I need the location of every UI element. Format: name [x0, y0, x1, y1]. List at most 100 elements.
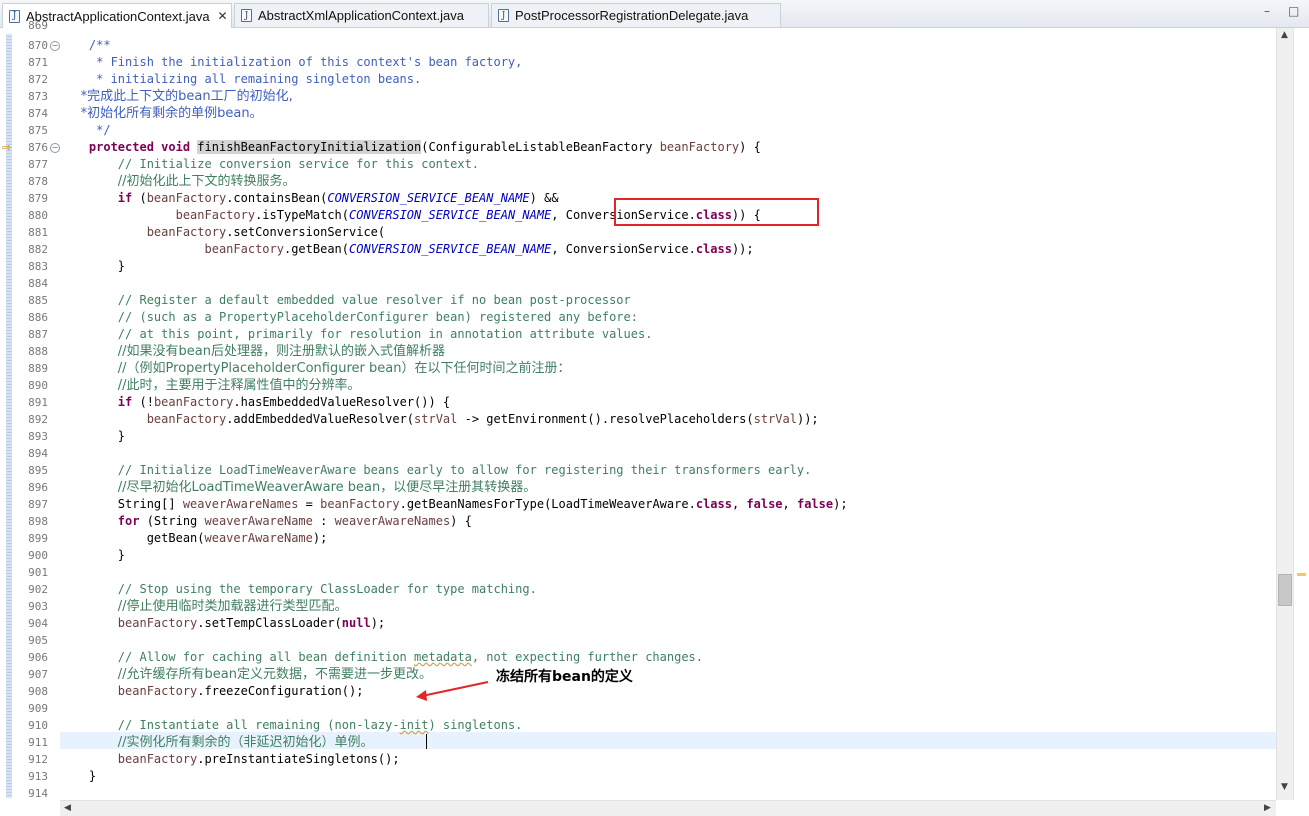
- annotation-arrow-icon: [416, 681, 489, 701]
- fold-toggle-icon[interactable]: −: [50, 143, 60, 153]
- code-line-912: beanFactory.preInstantiateSingletons();: [117, 752, 400, 766]
- text-cursor: [426, 734, 427, 749]
- code-line-911: //实例化所有剩余的（非延迟初始化）单例。: [117, 735, 374, 750]
- line-number: 910: [28, 719, 48, 732]
- line-number: 898: [28, 515, 48, 528]
- warning-marker[interactable]: [1297, 573, 1306, 576]
- maximize-view-button[interactable]: □: [1288, 4, 1299, 18]
- fold-toggle-icon[interactable]: −: [50, 41, 60, 51]
- scroll-right-arrow-icon[interactable]: ▶: [1260, 801, 1275, 816]
- line-number: 894: [28, 447, 48, 460]
- code-line-893: }: [117, 429, 126, 443]
- line-number: 899: [28, 532, 48, 545]
- code-line-913: }: [88, 769, 97, 783]
- scroll-down-arrow-icon[interactable]: ▼: [1277, 780, 1292, 795]
- vertical-scrollbar[interactable]: ▲ ▼: [1276, 28, 1293, 800]
- line-number: 900: [28, 549, 48, 562]
- line-number: 877: [28, 158, 48, 171]
- line-number: 912: [28, 753, 48, 766]
- minimize-view-button[interactable]: –: [1264, 4, 1270, 18]
- line-number: 879: [28, 192, 48, 205]
- line-number: 875: [28, 124, 48, 137]
- code-line-897: String[] weaverAwareNames = beanFactory.…: [117, 497, 848, 511]
- code-line-902: // Stop using the temporary ClassLoader …: [117, 582, 537, 596]
- line-number: 882: [28, 243, 48, 256]
- line-number-row: 883: [0, 258, 1276, 275]
- line-number-row: 875: [0, 122, 1276, 139]
- line-number: 892: [28, 413, 48, 426]
- code-line-890: //此时，主要用于注释属性值中的分辨率。: [117, 378, 361, 393]
- line-number: 889: [28, 362, 48, 375]
- line-number: 886: [28, 311, 48, 324]
- line-number: 895: [28, 464, 48, 477]
- line-number: 869: [28, 19, 48, 32]
- code-line-876: protected void finishBeanFactoryInitiali…: [88, 140, 761, 154]
- highlight-box: [614, 198, 819, 226]
- line-number: 891: [28, 396, 48, 409]
- line-number: 890: [28, 379, 48, 392]
- line-number: 903: [28, 600, 48, 613]
- line-number-row: 905: [0, 632, 1276, 649]
- code-line-871: * Finish the initialization of this cont…: [60, 55, 523, 69]
- overview-ruler: [1293, 28, 1309, 800]
- code-line-874: *初始化所有剩余的单例bean。: [60, 106, 263, 121]
- code-line-878: //初始化此上下文的转换服务。: [117, 174, 296, 189]
- code-line-881: beanFactory.setConversionService(: [146, 225, 386, 239]
- code-line-885: // Register a default embedded value res…: [117, 293, 631, 307]
- line-number-row: 884: [0, 275, 1276, 292]
- code-line-907: //允许缓存所有bean定义元数据，不需要进一步更改。: [117, 667, 433, 682]
- line-number: 911: [28, 736, 48, 749]
- code-line-879: if (beanFactory.containsBean(CONVERSION_…: [117, 191, 559, 205]
- line-number: 902: [28, 583, 48, 596]
- java-code-editor[interactable]: 869 870−871 872 873 874 875 876− ⇨ 877 878 879 880…: [0, 19, 1309, 816]
- scroll-up-arrow-icon[interactable]: ▲: [1277, 28, 1292, 43]
- code-line-888: //如果没有bean后处理器，则注册默认的嵌入式值解析器: [117, 344, 446, 359]
- line-number: 914: [28, 787, 48, 800]
- line-number: 893: [28, 430, 48, 443]
- code-line-906: // Allow for caching all bean definition…: [117, 650, 703, 664]
- line-number: 896: [28, 481, 48, 494]
- code-line-903: //停止使用临时类加载器进行类型匹配。: [117, 599, 348, 614]
- code-line-873: *完成此上下文的bean工厂的初始化,: [60, 89, 293, 104]
- highlighted-method-name: finishBeanFactoryInitialization: [197, 140, 422, 154]
- code-line-898: for (String weaverAwareName : weaverAwar…: [117, 514, 472, 528]
- line-number: 876: [28, 141, 48, 154]
- line-number: 909: [28, 702, 48, 715]
- code-line-908: beanFactory.freezeConfiguration();: [117, 684, 364, 698]
- line-number: 885: [28, 294, 48, 307]
- line-number: 883: [28, 260, 48, 273]
- line-number-row: 893: [0, 428, 1276, 445]
- line-number: 908: [28, 685, 48, 698]
- override-marker-icon: ⇨: [2, 141, 12, 154]
- scroll-left-arrow-icon[interactable]: ◀: [60, 801, 75, 816]
- line-number-row: 901: [0, 564, 1276, 581]
- code-line-899: getBean(weaverAwareName);: [146, 531, 328, 545]
- line-number: 907: [28, 668, 48, 681]
- horizontal-scrollbar[interactable]: ◀ ▶: [60, 800, 1276, 816]
- line-number: 913: [28, 770, 48, 783]
- code-line-883: }: [117, 259, 126, 273]
- code-line-900: }: [117, 548, 126, 562]
- line-number-row: 913: [0, 768, 1276, 785]
- code-line-872: * initializing all remaining singleton b…: [60, 72, 422, 86]
- line-number: 897: [28, 498, 48, 511]
- line-number-row: 900: [0, 547, 1276, 564]
- line-number: 880: [28, 209, 48, 222]
- code-line-886: // (such as a PropertyPlaceholderConfigu…: [117, 310, 638, 324]
- scroll-thumb[interactable]: [1278, 574, 1292, 606]
- line-number: 872: [28, 73, 48, 86]
- line-number-row: 894: [0, 445, 1276, 462]
- code-line-877: // Initialize conversion service for thi…: [117, 157, 480, 171]
- code-line-892: beanFactory.addEmbeddedValueResolver(str…: [146, 412, 819, 426]
- line-number: 874: [28, 107, 48, 120]
- line-number: 906: [28, 651, 48, 664]
- line-number: 904: [28, 617, 48, 630]
- code-line-896: //尽早初始化LoadTimeWeaverAware bean，以便尽早注册其转…: [117, 480, 537, 495]
- code-line-875: */: [60, 123, 111, 137]
- line-number: 873: [28, 90, 48, 103]
- line-number-row: 870−: [0, 37, 1276, 54]
- line-number: 901: [28, 566, 48, 579]
- code-line-887: // at this point, primarily for resoluti…: [117, 327, 653, 341]
- code-line-889: //（例如PropertyPlaceholderConfigurer bean）…: [117, 361, 571, 376]
- line-number: 881: [28, 226, 48, 239]
